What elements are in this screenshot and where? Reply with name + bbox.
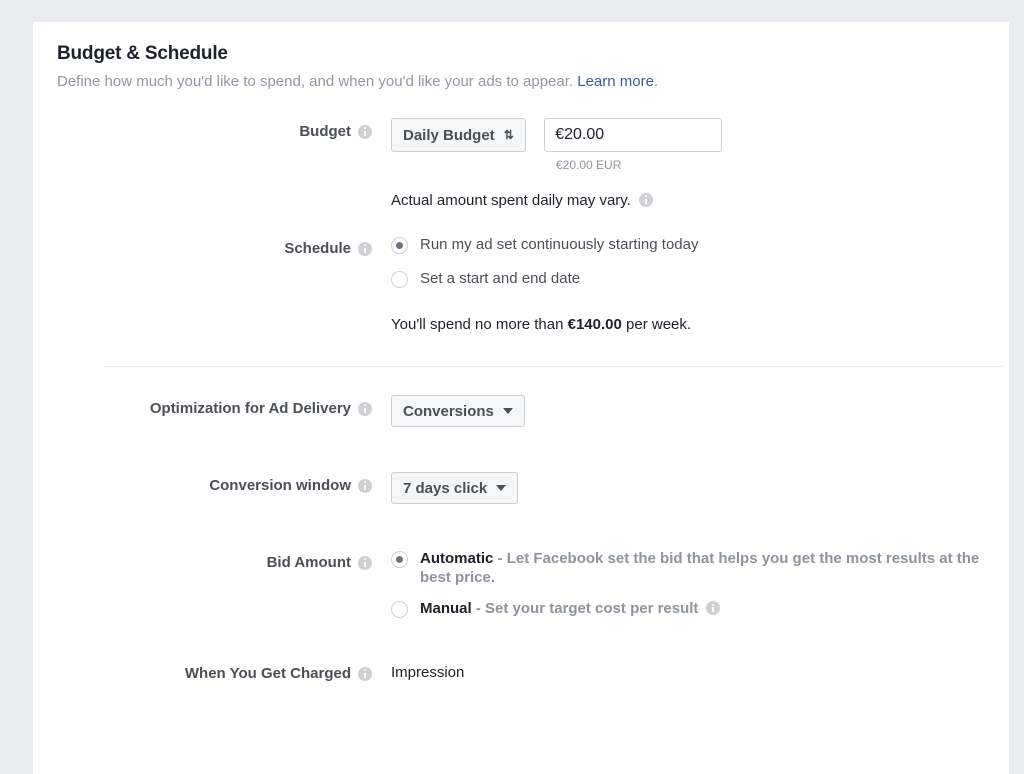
budget-type-select-value: Daily Budget xyxy=(403,127,495,144)
weekly-spend-suffix: per week. xyxy=(622,316,691,333)
conversion-window-dropdown[interactable]: 7 days click xyxy=(391,472,518,504)
info-icon[interactable] xyxy=(358,667,372,681)
schedule-label: Schedule xyxy=(284,240,351,257)
weekly-spend-prefix: You'll spend no more than xyxy=(391,316,568,333)
bid-option-separator: - xyxy=(493,550,506,567)
section-divider xyxy=(104,366,1004,367)
schedule-option-continuous[interactable]: Run my ad set continuously starting toda… xyxy=(391,235,985,254)
bid-amount-label-group: Bid Amount xyxy=(57,549,372,571)
bid-option-automatic-label: Automatic - Let Facebook set the bid tha… xyxy=(420,549,985,587)
learn-more-link[interactable]: Learn more xyxy=(577,73,654,90)
info-icon[interactable] xyxy=(358,479,372,493)
radio-button-selected[interactable] xyxy=(391,237,408,254)
budget-schedule-form: Budget Daily Budget ⇅ €20.00 EUR Actual … xyxy=(57,118,985,682)
bid-amount-label: Bid Amount xyxy=(267,554,351,571)
budget-row: Budget Daily Budget ⇅ €20.00 EUR Actual … xyxy=(57,118,985,209)
weekly-spend-amount: €140.00 xyxy=(568,316,622,333)
caret-down-icon xyxy=(496,485,506,491)
radio-button-selected[interactable] xyxy=(391,551,408,568)
updown-chevrons-icon: ⇅ xyxy=(504,129,514,141)
budget-and-schedule-card: Budget & Schedule Define how much you'd … xyxy=(33,22,1009,774)
budget-type-select[interactable]: Daily Budget ⇅ xyxy=(391,118,526,152)
optimization-dropdown-value: Conversions xyxy=(403,403,494,420)
bid-amount-row: Bid Amount Automatic - Let Facebook set … xyxy=(57,549,985,618)
conversion-window-field-group: 7 days click xyxy=(372,472,985,504)
budget-label: Budget xyxy=(299,123,351,140)
info-icon[interactable] xyxy=(358,125,372,139)
info-icon[interactable] xyxy=(639,193,653,207)
when-charged-field-group: Impression xyxy=(372,660,985,681)
schedule-option-label: Run my ad set continuously starting toda… xyxy=(420,235,698,254)
bid-option-automatic[interactable]: Automatic - Let Facebook set the bid tha… xyxy=(391,549,985,587)
budget-vary-note: Actual amount spent daily may vary. xyxy=(391,192,631,209)
page-title: Budget & Schedule xyxy=(57,42,985,66)
bid-option-name: Manual xyxy=(420,600,472,617)
schedule-row: Schedule Run my ad set continuously star… xyxy=(57,235,985,333)
bid-option-name: Automatic xyxy=(420,550,493,567)
radio-button-unselected[interactable] xyxy=(391,601,408,618)
schedule-field-group: Run my ad set continuously starting toda… xyxy=(372,235,985,333)
bid-option-manual[interactable]: Manual - Set your target cost per result xyxy=(391,599,985,618)
bid-option-separator: - xyxy=(472,600,485,617)
optimization-row: Optimization for Ad Delivery Conversions xyxy=(57,395,985,427)
bid-option-manual-label: Manual - Set your target cost per result xyxy=(420,599,720,618)
caret-down-icon xyxy=(503,408,513,414)
info-icon[interactable] xyxy=(358,242,372,256)
card-content: Budget & Schedule Define how much you'd … xyxy=(33,22,1009,682)
optimization-label: Optimization for Ad Delivery xyxy=(150,400,351,417)
conversion-window-dropdown-value: 7 days click xyxy=(403,480,487,497)
schedule-option-label: Set a start and end date xyxy=(420,269,580,288)
optimization-field-group: Conversions xyxy=(372,395,985,427)
conversion-window-label-group: Conversion window xyxy=(57,472,372,494)
info-icon[interactable] xyxy=(706,601,720,615)
schedule-label-group: Schedule xyxy=(57,235,372,257)
page-subtitle: Define how much you'd like to spend, and… xyxy=(57,72,985,92)
budget-label-group: Budget xyxy=(57,118,372,140)
radio-button-unselected[interactable] xyxy=(391,271,408,288)
when-charged-value: Impression xyxy=(391,660,985,681)
subtitle-period: . xyxy=(654,73,658,90)
optimization-dropdown[interactable]: Conversions xyxy=(391,395,525,427)
optimization-label-group: Optimization for Ad Delivery xyxy=(57,395,372,417)
info-icon[interactable] xyxy=(358,556,372,570)
budget-field-group: Daily Budget ⇅ €20.00 EUR Actual amount … xyxy=(372,118,985,209)
when-charged-label: When You Get Charged xyxy=(185,665,351,682)
when-charged-label-group: When You Get Charged xyxy=(57,660,372,682)
budget-amount-input[interactable] xyxy=(544,118,722,152)
conversion-window-label: Conversion window xyxy=(209,477,351,494)
conversion-window-row: Conversion window 7 days click xyxy=(57,472,985,504)
bid-amount-field-group: Automatic - Let Facebook set the bid tha… xyxy=(372,549,985,618)
info-icon[interactable] xyxy=(358,402,372,416)
schedule-option-date-range[interactable]: Set a start and end date xyxy=(391,269,985,288)
weekly-spend-note: You'll spend no more than €140.00 per we… xyxy=(391,316,985,333)
when-charged-row: When You Get Charged Impression xyxy=(57,660,985,682)
budget-currency-note: €20.00 EUR xyxy=(556,158,985,172)
budget-vary-note-row: Actual amount spent daily may vary. xyxy=(391,192,985,209)
subtitle-text: Define how much you'd like to spend, and… xyxy=(57,73,573,90)
bid-option-description: Set your target cost per result xyxy=(485,600,698,617)
